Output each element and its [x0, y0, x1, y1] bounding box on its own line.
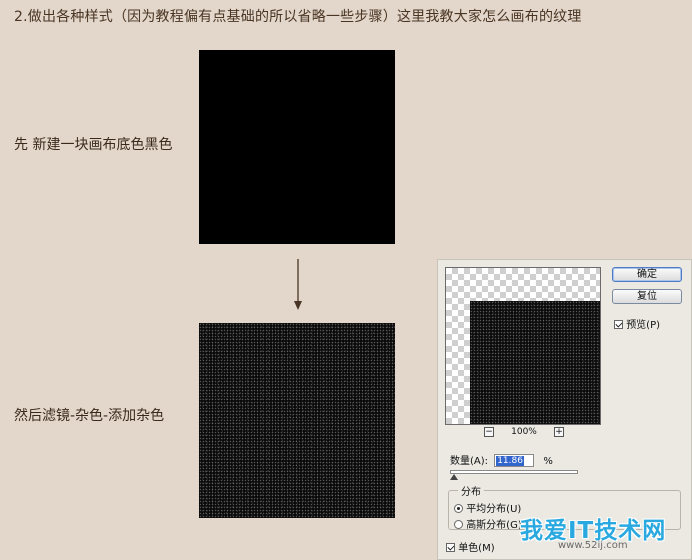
- black-canvas: [199, 50, 395, 244]
- preview-noise-image: [470, 301, 600, 424]
- gaussian-radio[interactable]: [454, 520, 463, 529]
- zoom-in-button[interactable]: +: [554, 427, 564, 437]
- uniform-radio[interactable]: [454, 504, 463, 513]
- preview-toggle[interactable]: 预览(P): [614, 316, 660, 331]
- watermark-url: www.52ij.com: [558, 540, 628, 551]
- distribution-title: 分布: [458, 483, 484, 498]
- filter-preview[interactable]: [445, 267, 601, 425]
- page-heading: 2.做出各种样式（因为教程偏有点基础的所以省略一些步骤）这里我教大家怎么画布的纹…: [14, 9, 582, 25]
- amount-value: 11.86: [496, 456, 524, 466]
- zoom-out-button[interactable]: −: [484, 427, 494, 437]
- amount-unit: %: [543, 456, 553, 467]
- uniform-label: 平均分布(U): [466, 504, 522, 515]
- amount-input[interactable]: 11.86: [494, 454, 535, 467]
- reset-button[interactable]: 复位: [612, 289, 682, 304]
- amount-label: 数量(A):: [450, 456, 489, 467]
- monochrome-label: 单色(M): [458, 543, 495, 554]
- down-arrow-icon: [294, 259, 302, 310]
- amount-slider[interactable]: [450, 470, 578, 474]
- amount-slider-thumb[interactable]: [449, 474, 458, 480]
- step1-caption: 先 新建一块画布底色黑色: [14, 137, 173, 153]
- ok-button[interactable]: 确定: [612, 267, 682, 282]
- monochrome-toggle[interactable]: 单色(M): [446, 539, 495, 554]
- preview-label: 预览(P): [626, 320, 661, 331]
- noise-canvas: [199, 323, 395, 518]
- gaussian-label: 高斯分布(G): [466, 520, 522, 531]
- monochrome-checkbox[interactable]: [446, 543, 455, 552]
- uniform-option[interactable]: 平均分布(U): [454, 500, 521, 515]
- zoom-controls: 100% − +: [484, 427, 564, 439]
- preview-checkbox[interactable]: [614, 320, 623, 329]
- step2-caption: 然后滤镜-杂色-添加杂色: [14, 408, 165, 424]
- gaussian-option[interactable]: 高斯分布(G): [454, 516, 522, 531]
- zoom-level: 100%: [511, 427, 537, 437]
- amount-row: 数量(A): 11.86 %: [450, 452, 553, 467]
